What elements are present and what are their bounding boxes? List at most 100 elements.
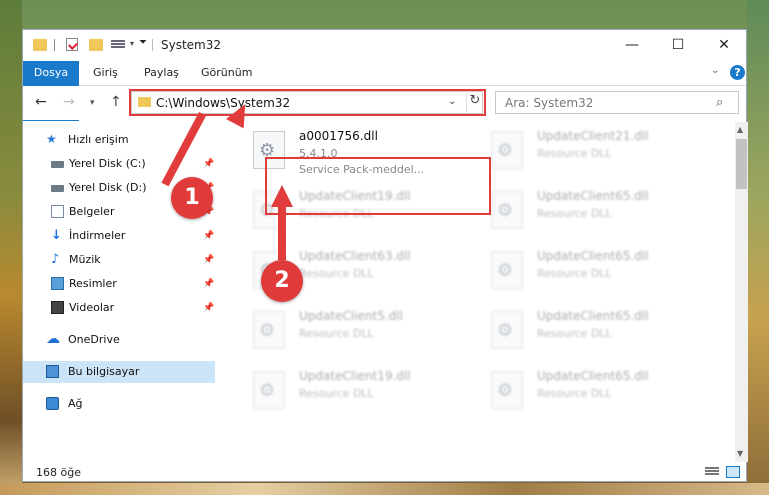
documents-icon bbox=[51, 205, 64, 218]
dll-file-icon bbox=[491, 191, 523, 229]
file-name: UpdateClient65.dll bbox=[537, 309, 649, 323]
scroll-down-icon[interactable]: ▼ bbox=[737, 449, 743, 458]
sidebar-item-label: Videolar bbox=[69, 301, 115, 314]
sidebar-item-label: İndirmeler bbox=[69, 229, 126, 242]
file-name: UpdateClient65.dll bbox=[537, 249, 649, 263]
file-description: Resource DLL bbox=[537, 267, 612, 280]
pin-icon: 📌 bbox=[203, 159, 215, 169]
sidebar-item-downloads[interactable]: ↓ İndirmeler 📌 bbox=[23, 225, 215, 247]
scrollbar-thumb[interactable] bbox=[736, 139, 747, 189]
file-item[interactable]: UpdateClient21.dll Resource DLL bbox=[483, 127, 713, 187]
details-view-icon[interactable] bbox=[705, 467, 719, 478]
sidebar-item-label: Yerel Disk (D:) bbox=[69, 181, 147, 194]
video-icon bbox=[51, 301, 64, 314]
quick-access-separator bbox=[54, 39, 55, 51]
customize-toolbar-icon[interactable]: ⏷ bbox=[139, 37, 147, 53]
dll-file-icon bbox=[253, 311, 285, 349]
sidebar-item-label: Ağ bbox=[68, 397, 83, 410]
expand-ribbon-icon[interactable]: ⌄ bbox=[711, 65, 719, 76]
navigation-bar: ← → ▾ ↑ C:\Windows\System32 ⌄ ↻ Ara: Sys… bbox=[23, 86, 746, 120]
search-input[interactable]: Ara: System32 ⌕ bbox=[495, 91, 739, 114]
dll-file-icon bbox=[253, 371, 285, 409]
status-bar: 168 öğe bbox=[23, 463, 746, 482]
dll-file-icon bbox=[491, 311, 523, 349]
pin-icon: 📌 bbox=[203, 279, 215, 289]
sidebar-item-videos[interactable]: Videolar 📌 bbox=[23, 297, 215, 319]
help-icon[interactable]: ? bbox=[730, 65, 745, 80]
new-folder-icon[interactable] bbox=[89, 39, 103, 51]
file-item[interactable]: UpdateClient5.dll Resource DLL bbox=[245, 307, 475, 367]
navigation-pane: ★ Hızlı erişim Yerel Disk (C:) 📌 Yerel D… bbox=[23, 125, 215, 465]
annotation-arrow-2 bbox=[278, 200, 286, 260]
file-name: UpdateClient65.dll bbox=[537, 369, 649, 383]
file-highlight-box bbox=[265, 157, 491, 215]
dll-file-icon bbox=[491, 371, 523, 409]
folder-icon bbox=[33, 39, 47, 51]
view-options-icon[interactable] bbox=[111, 39, 125, 51]
sidebar-item-network[interactable]: Ağ bbox=[23, 393, 215, 415]
file-description: Resource DLL bbox=[299, 387, 374, 400]
star-icon: ★ bbox=[46, 132, 57, 146]
forward-arrow-icon[interactable]: → bbox=[63, 94, 75, 110]
minimize-button[interactable]: — bbox=[609, 30, 655, 60]
pin-icon: 📌 bbox=[203, 303, 215, 313]
music-icon: ♪ bbox=[51, 252, 60, 267]
file-explorer-window: ▾ ⏷ System32 — ☐ ✕ Dosya Giriş Paylaş Gö… bbox=[22, 29, 748, 482]
pictures-icon bbox=[51, 277, 64, 290]
file-name: UpdateClient65.dll bbox=[537, 189, 649, 203]
sidebar-item-label: Müzik bbox=[69, 253, 101, 266]
file-item[interactable]: UpdateClient65.dll Resource DLL bbox=[483, 247, 713, 307]
file-description: Resource DLL bbox=[537, 207, 612, 220]
tab-view[interactable]: Görünüm bbox=[201, 61, 252, 85]
title-bar: ▾ ⏷ System32 — ☐ ✕ bbox=[23, 30, 746, 61]
sidebar-item-onedrive[interactable]: ☁ OneDrive bbox=[23, 329, 215, 351]
sidebar-item-pictures[interactable]: Resimler 📌 bbox=[23, 273, 215, 295]
file-description: Resource DLL bbox=[299, 267, 374, 280]
sidebar-item-label: Yerel Disk (C:) bbox=[69, 157, 146, 170]
file-name: UpdateClient21.dll bbox=[537, 129, 649, 143]
desktop-background-bottom bbox=[0, 483, 769, 495]
file-item[interactable]: UpdateClient65.dll Resource DLL bbox=[483, 367, 713, 427]
file-name: UpdateClient63.dll bbox=[299, 249, 411, 263]
file-name: a0001756.dll bbox=[299, 129, 378, 143]
step-callout-1: 1 bbox=[171, 177, 213, 219]
annotation-arrowhead-2 bbox=[271, 185, 293, 207]
sidebar-item-label: OneDrive bbox=[68, 333, 120, 346]
network-icon bbox=[46, 397, 59, 410]
view-options-caret-icon[interactable]: ▾ bbox=[130, 39, 134, 55]
file-name: UpdateClient5.dll bbox=[299, 309, 403, 323]
tab-home[interactable]: Giriş bbox=[93, 61, 118, 85]
item-count: 168 öğe bbox=[36, 466, 81, 479]
sidebar-item-this-pc[interactable]: Bu bilgisayar bbox=[23, 361, 215, 383]
up-arrow-icon[interactable]: ↑ bbox=[110, 94, 122, 110]
scroll-up-icon[interactable]: ▲ bbox=[737, 125, 743, 134]
recent-locations-icon[interactable]: ▾ bbox=[90, 98, 95, 108]
search-placeholder: Ara: System32 bbox=[505, 96, 594, 110]
tab-share[interactable]: Paylaş bbox=[144, 61, 179, 85]
pin-icon: 📌 bbox=[203, 255, 215, 265]
sidebar-item-music[interactable]: ♪ Müzik 📌 bbox=[23, 249, 215, 271]
search-icon[interactable]: ⌕ bbox=[716, 95, 723, 110]
sidebar-item-label: Hızlı erişim bbox=[68, 133, 129, 146]
file-description: Resource DLL bbox=[537, 327, 612, 340]
download-icon: ↓ bbox=[51, 228, 62, 243]
window-title: System32 bbox=[161, 38, 222, 52]
large-icons-view-icon[interactable] bbox=[726, 466, 740, 478]
back-arrow-icon[interactable]: ← bbox=[35, 94, 47, 110]
vertical-scrollbar[interactable]: ▲ ▼ bbox=[735, 122, 748, 462]
dll-file-icon bbox=[491, 131, 523, 169]
properties-icon[interactable] bbox=[66, 38, 78, 51]
close-button[interactable]: ✕ bbox=[701, 30, 747, 60]
dll-file-icon bbox=[491, 251, 523, 289]
desktop-background-right bbox=[747, 0, 769, 495]
file-item[interactable]: UpdateClient19.dll Resource DLL bbox=[245, 367, 475, 427]
address-highlight-box bbox=[129, 89, 486, 116]
file-item[interactable]: UpdateClient65.dll Resource DLL bbox=[483, 307, 713, 367]
file-name: UpdateClient19.dll bbox=[299, 369, 411, 383]
file-description: Resource DLL bbox=[537, 387, 612, 400]
cloud-icon: ☁ bbox=[46, 331, 60, 347]
maximize-button[interactable]: ☐ bbox=[655, 30, 701, 60]
title-separator bbox=[152, 39, 153, 51]
file-item[interactable]: UpdateClient65.dll Resource DLL bbox=[483, 187, 713, 247]
sidebar-item-local-disk-c[interactable]: Yerel Disk (C:) 📌 bbox=[23, 153, 215, 175]
